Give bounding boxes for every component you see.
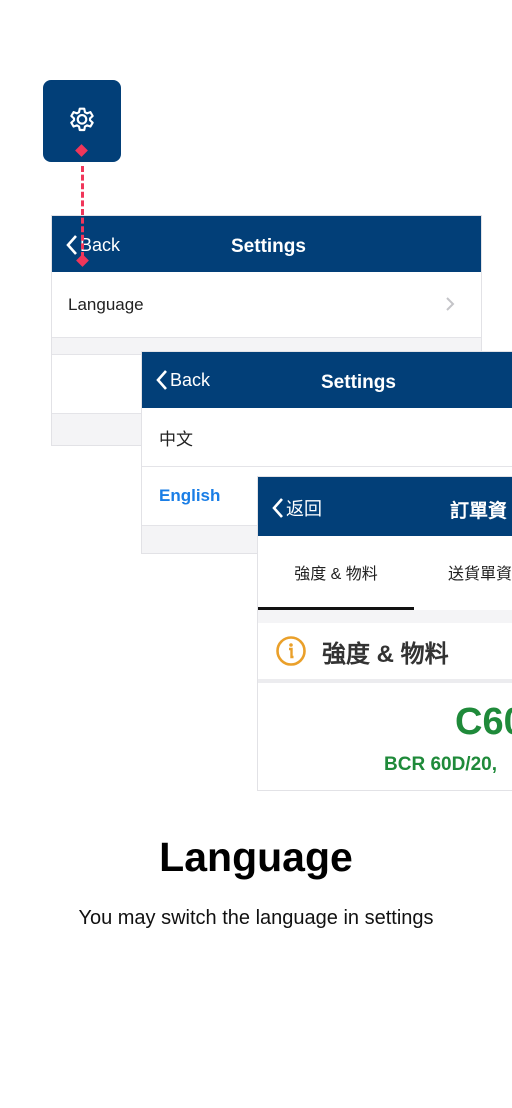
- page-title: 訂單資: [450, 501, 508, 522]
- chevron-left-icon: [272, 498, 283, 518]
- section-title: 強度 & 物料: [322, 640, 449, 668]
- back-button[interactable]: Back: [156, 369, 210, 391]
- nav-bar: Back Settings: [142, 352, 512, 408]
- feature-heading: Language: [159, 834, 353, 880]
- language-row[interactable]: Language: [52, 272, 481, 338]
- page-title: Settings: [321, 372, 396, 393]
- back-label: Back: [170, 369, 211, 390]
- connector-line: [81, 166, 84, 258]
- connector-start-marker: [75, 144, 88, 157]
- mix-code: BCR 60D/20,: [384, 754, 497, 775]
- chevron-left-icon: [156, 370, 167, 390]
- option-label: English: [159, 486, 221, 505]
- page-title: Settings: [231, 236, 306, 257]
- chevron-left-icon: [66, 235, 77, 255]
- language-label: Language: [68, 294, 144, 314]
- divider: [258, 610, 512, 623]
- nav-bar: Back Settings: [52, 216, 481, 272]
- tab-strength-material[interactable]: 強度 & 物料: [258, 536, 414, 610]
- feature-subtitle: You may switch the language in settings: [78, 907, 434, 929]
- back-button[interactable]: 返回: [272, 495, 322, 521]
- chevron-right-icon: [446, 297, 455, 311]
- section-header: 強度 & 物料: [258, 623, 512, 683]
- tab-label: 送貨單資: [448, 565, 512, 583]
- settings-gear-button[interactable]: [43, 80, 121, 162]
- grade-value: C60: [455, 701, 512, 743]
- info-icon: [276, 636, 306, 666]
- option-label: 中文: [159, 429, 193, 449]
- order-screen: 返回 訂單資 強度 & 物料 送貨單資 強度 & 物料 C60 BCR 60D/…: [257, 476, 512, 791]
- tab-delivery-note[interactable]: 送貨單資: [448, 536, 512, 607]
- back-label: Back: [80, 234, 121, 255]
- back-label: 返回: [286, 499, 322, 519]
- gear-icon: [70, 107, 94, 132]
- tab-label: 強度 & 物料: [294, 565, 378, 583]
- language-option-chinese[interactable]: 中文: [142, 408, 512, 467]
- back-button[interactable]: Back: [66, 234, 120, 256]
- nav-bar: 返回 訂單資: [258, 477, 512, 536]
